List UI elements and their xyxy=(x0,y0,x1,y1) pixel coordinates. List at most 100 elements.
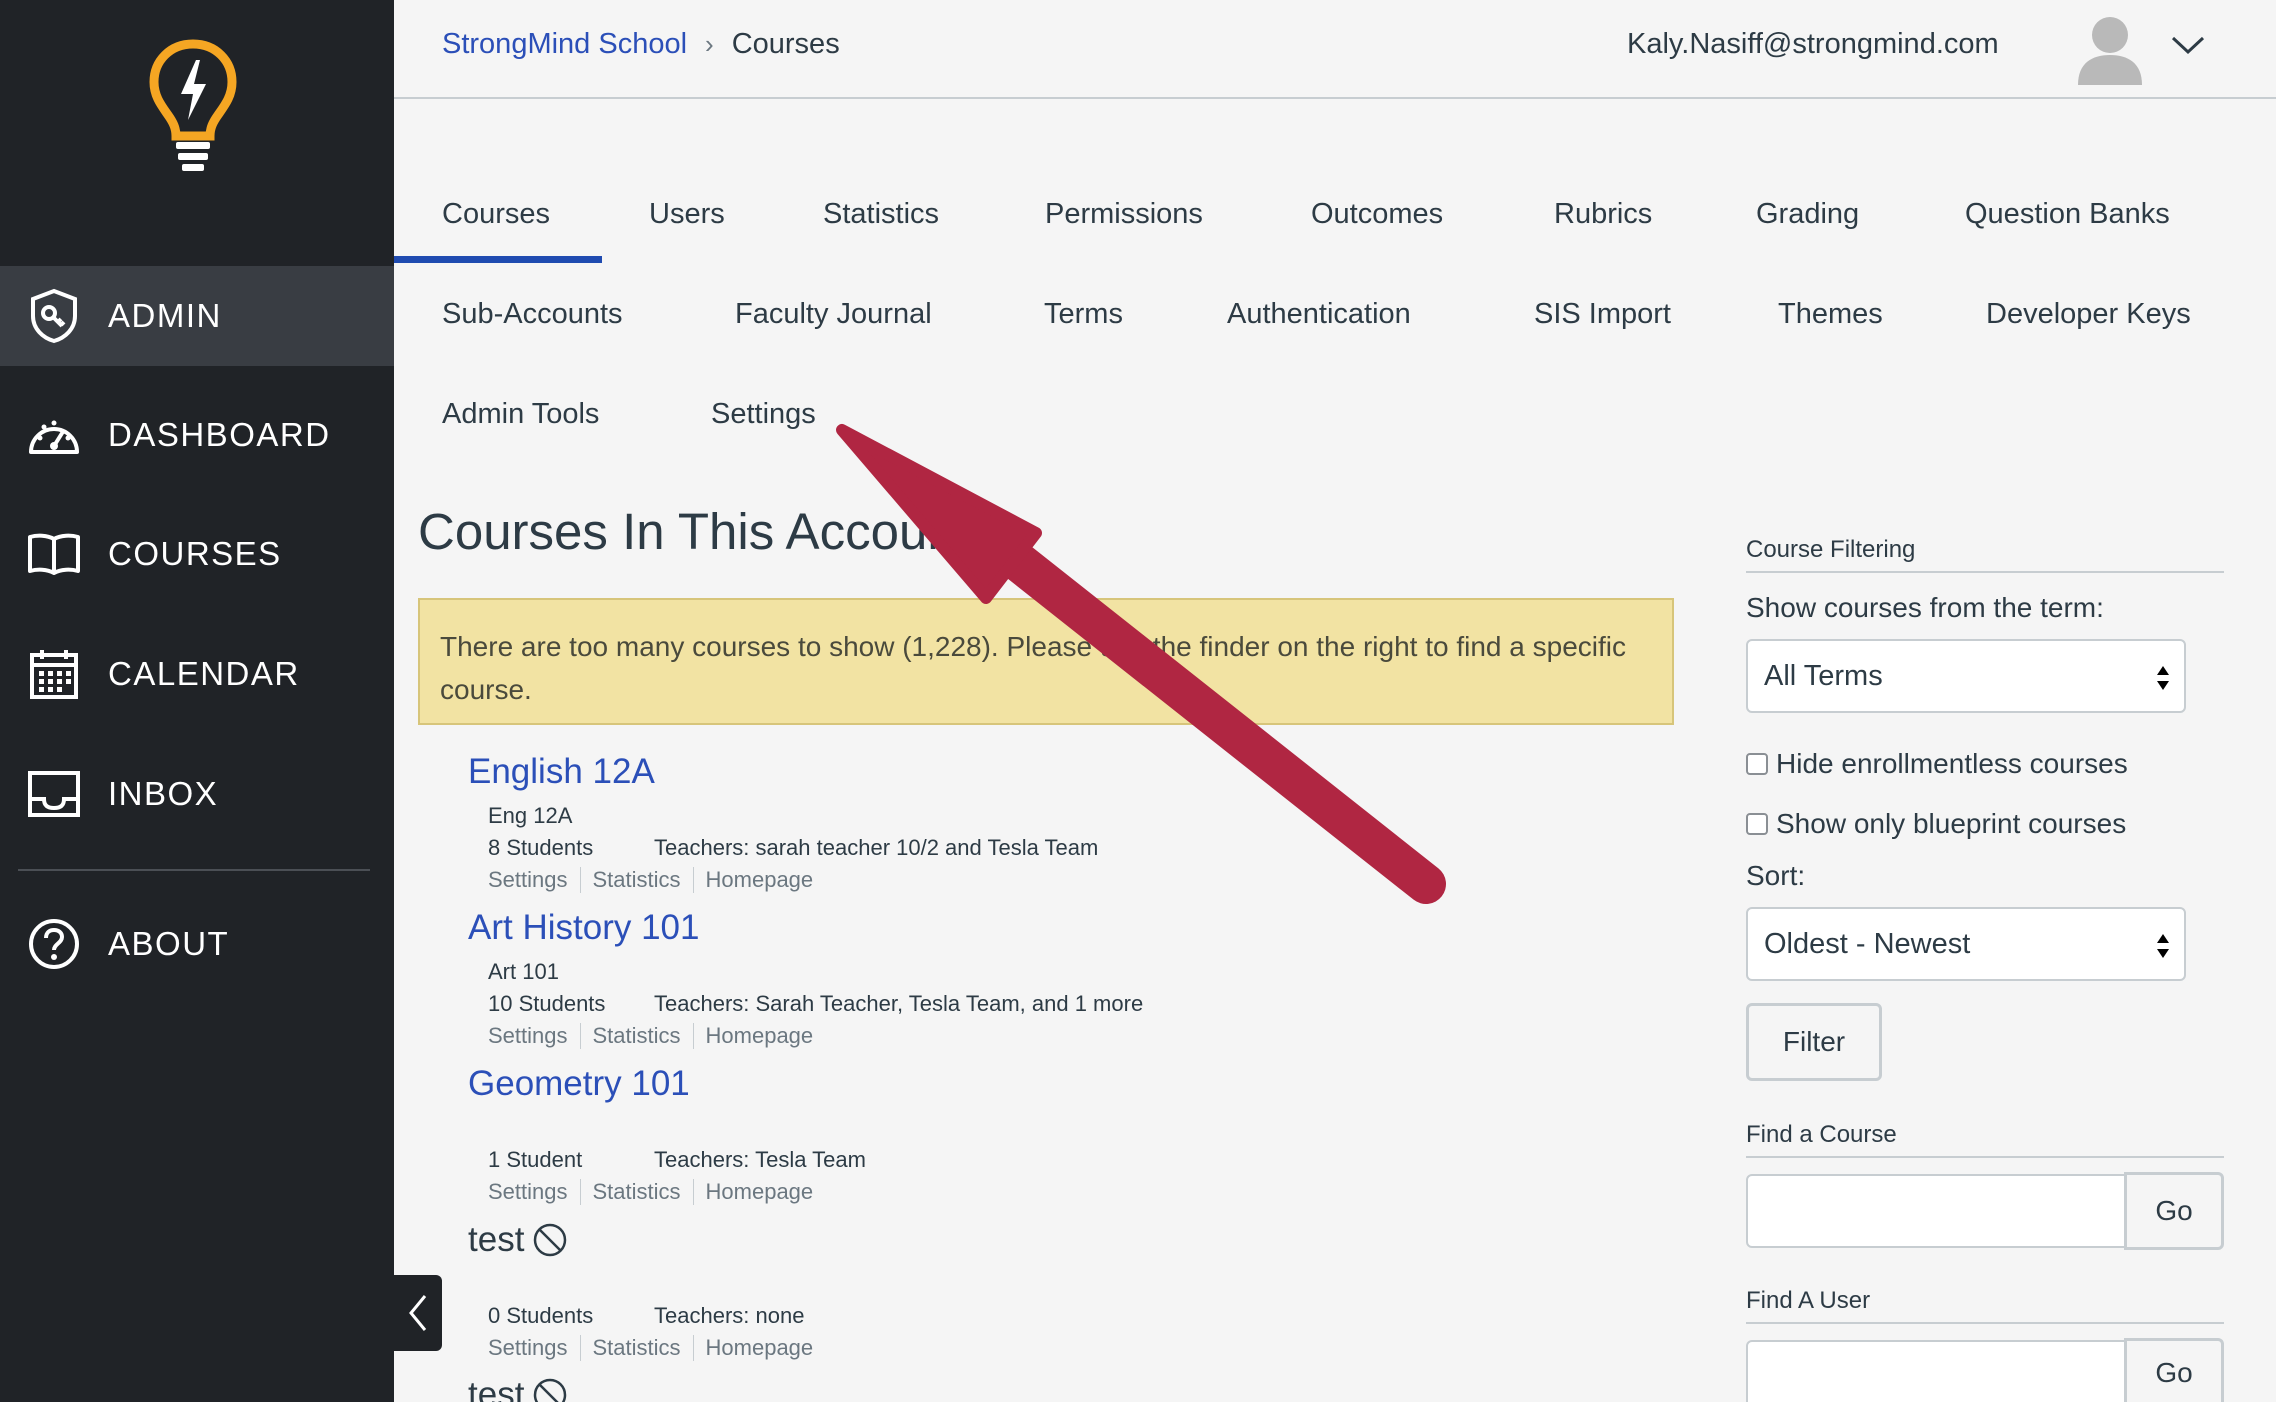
course-settings-link[interactable]: Settings xyxy=(488,1023,580,1049)
shield-key-icon xyxy=(26,288,82,344)
nav-item-calendar[interactable]: CALENDAR xyxy=(0,624,394,724)
tab-terms[interactable]: Terms xyxy=(1044,298,1123,331)
calendar-icon xyxy=(26,646,82,702)
chevron-left-icon xyxy=(409,1295,427,1331)
course-code: Art 101 xyxy=(488,959,559,984)
course-homepage-link[interactable]: Homepage xyxy=(692,1179,826,1205)
course-title-text: test xyxy=(468,1220,525,1259)
course-settings-link[interactable]: Settings xyxy=(488,1335,580,1361)
tab-outcomes[interactable]: Outcomes xyxy=(1311,198,1443,231)
checkbox-label: Show only blueprint courses xyxy=(1776,808,2127,839)
course-code: Eng 12A xyxy=(488,803,573,828)
breadcrumb-current: Courses xyxy=(731,28,840,60)
nav-item-admin[interactable]: ADMIN xyxy=(0,266,394,366)
find-course-heading: Find a Course xyxy=(1746,1121,1897,1148)
speedometer-icon xyxy=(26,407,82,463)
tab-faculty-journal[interactable]: Faculty Journal xyxy=(735,298,932,331)
nav-item-label: COURSES xyxy=(108,535,282,572)
course-title-link[interactable]: Art History 101 xyxy=(468,908,699,948)
nav-item-inbox[interactable]: INBOX xyxy=(0,744,394,844)
course-title-link[interactable]: English 12A xyxy=(468,752,655,792)
nav-item-courses[interactable]: COURSES xyxy=(0,504,394,604)
sort-select-value: Oldest - Newest xyxy=(1764,927,1971,960)
filter-button[interactable]: Filter xyxy=(1746,1003,1882,1081)
nav-item-label: ABOUT xyxy=(108,925,230,962)
hide-enrollmentless-checkbox[interactable]: Hide enrollmentless courses xyxy=(1746,748,2128,780)
course-statistics-link[interactable]: Statistics xyxy=(579,867,693,893)
find-user-go-button[interactable]: Go xyxy=(2124,1338,2224,1402)
course-statistics-link[interactable]: Statistics xyxy=(579,1179,693,1205)
collapse-nav-button[interactable] xyxy=(394,1275,442,1351)
section-divider xyxy=(1746,571,2224,573)
select-arrows-icon xyxy=(2157,934,2169,958)
tab-courses[interactable]: Courses xyxy=(442,198,550,231)
nav-item-label: ADMIN xyxy=(108,297,222,334)
term-select-value: All Terms xyxy=(1764,659,1883,692)
tab-statistics[interactable]: Statistics xyxy=(823,198,939,231)
course-settings-link[interactable]: Settings xyxy=(488,1179,580,1205)
course-links: Settings Statistics Homepage xyxy=(488,1335,825,1361)
checkbox-box[interactable] xyxy=(1746,813,1768,835)
breadcrumb-root-link[interactable]: StrongMind School xyxy=(442,28,687,61)
course-homepage-link[interactable]: Homepage xyxy=(692,1023,826,1049)
course-teachers: Teachers: none xyxy=(654,1303,805,1328)
chevron-down-icon[interactable] xyxy=(2170,30,2206,60)
nav-item-label: DASHBOARD xyxy=(108,416,331,453)
section-divider xyxy=(1746,1156,2224,1158)
inbox-tray-icon xyxy=(26,766,82,822)
course-teachers: Teachers: Tesla Team xyxy=(654,1147,866,1172)
course-title-text: test xyxy=(468,1375,525,1402)
nav-divider xyxy=(18,869,370,871)
question-circle-icon xyxy=(26,916,82,972)
course-student-count: 1 Student xyxy=(488,1147,583,1172)
tab-permissions[interactable]: Permissions xyxy=(1045,198,1203,231)
find-user-heading: Find A User xyxy=(1746,1287,1871,1314)
course-settings-link[interactable]: Settings xyxy=(488,867,580,893)
breadcrumb: StrongMind School › Courses xyxy=(442,28,840,61)
user-email[interactable]: Kaly.Nasiff@strongmind.com xyxy=(1627,28,1999,61)
tab-sis-import[interactable]: SIS Import xyxy=(1534,298,1671,331)
course-statistics-link[interactable]: Statistics xyxy=(579,1023,693,1049)
tab-developer-keys[interactable]: Developer Keys xyxy=(1986,298,2191,331)
course-title-unpublished: test xyxy=(468,1375,568,1402)
select-arrows-icon xyxy=(2157,666,2169,690)
course-title-link[interactable]: Geometry 101 xyxy=(468,1064,690,1104)
course-student-count: 10 Students xyxy=(488,991,606,1016)
find-course-go-button[interactable]: Go xyxy=(2124,1172,2224,1250)
course-links: Settings Statistics Homepage xyxy=(488,867,825,893)
term-select[interactable]: All Terms xyxy=(1746,639,2186,713)
sort-select[interactable]: Oldest - Newest xyxy=(1746,907,2186,981)
top-header: StrongMind School › Courses Kaly.Nasiff@… xyxy=(394,0,2276,99)
blueprint-only-checkbox[interactable]: Show only blueprint courses xyxy=(1746,808,2126,840)
course-teachers: Teachers: sarah teacher 10/2 and Tesla T… xyxy=(654,835,1099,860)
sort-label: Sort: xyxy=(1746,860,1806,891)
course-homepage-link[interactable]: Homepage xyxy=(692,1335,826,1361)
avatar[interactable] xyxy=(2076,11,2144,85)
checkbox-box[interactable] xyxy=(1746,753,1768,775)
nav-item-about[interactable]: ABOUT xyxy=(0,894,394,994)
course-student-count: 0 Students xyxy=(488,1303,594,1328)
tab-question-banks[interactable]: Question Banks xyxy=(1965,198,2170,231)
tab-grading[interactable]: Grading xyxy=(1756,198,1859,231)
tab-authentication[interactable]: Authentication xyxy=(1227,298,1411,331)
tab-sub-accounts[interactable]: Sub-Accounts xyxy=(442,298,623,331)
course-homepage-link[interactable]: Homepage xyxy=(692,867,826,893)
too-many-courses-alert: There are too many courses to show (1,22… xyxy=(418,598,1674,725)
find-course-input[interactable] xyxy=(1746,1174,2126,1248)
page-title: Courses In This Account xyxy=(418,503,970,560)
tab-admin-tools[interactable]: Admin Tools xyxy=(442,398,599,431)
tab-rubrics[interactable]: Rubrics xyxy=(1554,198,1652,231)
find-user-input[interactable] xyxy=(1746,1340,2126,1402)
tab-themes[interactable]: Themes xyxy=(1778,298,1883,331)
term-filter-label: Show courses from the term: xyxy=(1746,592,2104,623)
course-statistics-link[interactable]: Statistics xyxy=(579,1335,693,1361)
nav-item-dashboard[interactable]: DASHBOARD xyxy=(0,385,394,485)
tab-settings[interactable]: Settings xyxy=(711,398,816,431)
course-student-count: 8 Students xyxy=(488,835,594,860)
course-filtering-heading: Course Filtering xyxy=(1746,536,1916,563)
book-icon xyxy=(26,526,82,582)
course-teachers: Teachers: Sarah Teacher, Tesla Team, and… xyxy=(654,991,1144,1016)
tab-users[interactable]: Users xyxy=(649,198,725,231)
lightbulb-bolt-icon[interactable] xyxy=(148,38,238,173)
nav-item-label: INBOX xyxy=(108,775,219,812)
